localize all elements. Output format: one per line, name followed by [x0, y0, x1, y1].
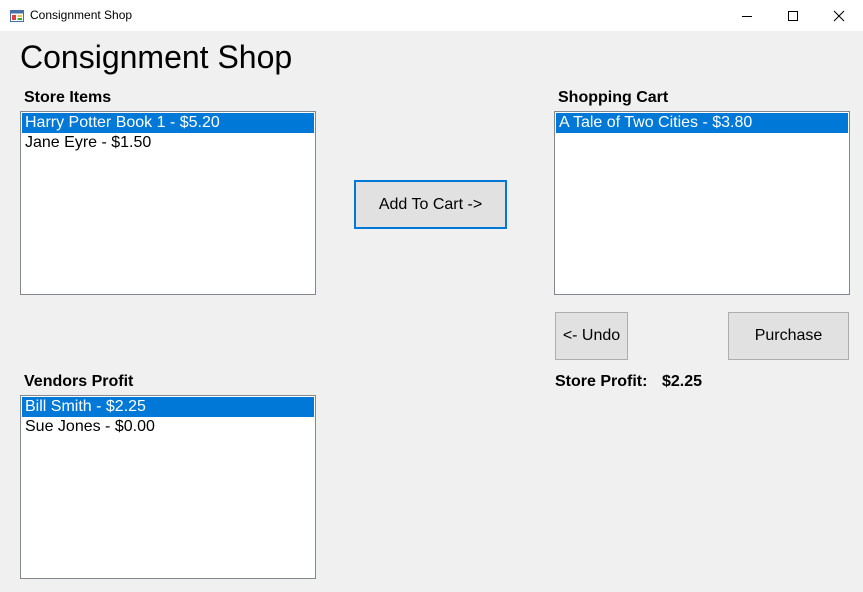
app-icon: [10, 10, 24, 22]
maximize-button[interactable]: [770, 0, 816, 31]
vendor-item-0[interactable]: Bill Smith - $2.25: [22, 397, 314, 417]
minimize-button[interactable]: [724, 0, 770, 31]
store-item-0[interactable]: Harry Potter Book 1 - $5.20: [22, 113, 314, 133]
store-profit-value: $2.25: [662, 373, 703, 390]
vendor-item-1[interactable]: Sue Jones - $0.00: [22, 417, 314, 437]
page-title: Consignment Shop: [20, 39, 293, 75]
window-title: Consignment Shop: [30, 8, 133, 22]
store-item-1[interactable]: Jane Eyre - $1.50: [22, 133, 314, 153]
add-to-cart-button[interactable]: Add To Cart ->: [354, 180, 507, 229]
shopping-cart-list[interactable]: A Tale of Two Cities - $3.80: [554, 111, 850, 295]
vendors-profit-list[interactable]: Bill Smith - $2.25 Sue Jones - $0.00: [20, 395, 316, 579]
undo-button[interactable]: <- Undo: [555, 312, 628, 360]
title-bar: Consignment Shop: [0, 0, 863, 31]
store-items-list[interactable]: Harry Potter Book 1 - $5.20 Jane Eyre - …: [20, 111, 316, 295]
cart-item-0[interactable]: A Tale of Two Cities - $3.80: [556, 113, 848, 133]
purchase-button[interactable]: Purchase: [728, 312, 849, 360]
minimize-icon: [742, 15, 752, 17]
store-profit-label: Store Profit:: [555, 373, 648, 390]
vendors-profit-label: Vendors Profit: [24, 373, 134, 390]
store-items-label: Store Items: [24, 89, 112, 106]
maximize-icon: [788, 10, 798, 21]
shopping-cart-label: Shopping Cart: [558, 89, 669, 106]
close-icon: [833, 10, 845, 21]
close-button[interactable]: [816, 0, 862, 31]
